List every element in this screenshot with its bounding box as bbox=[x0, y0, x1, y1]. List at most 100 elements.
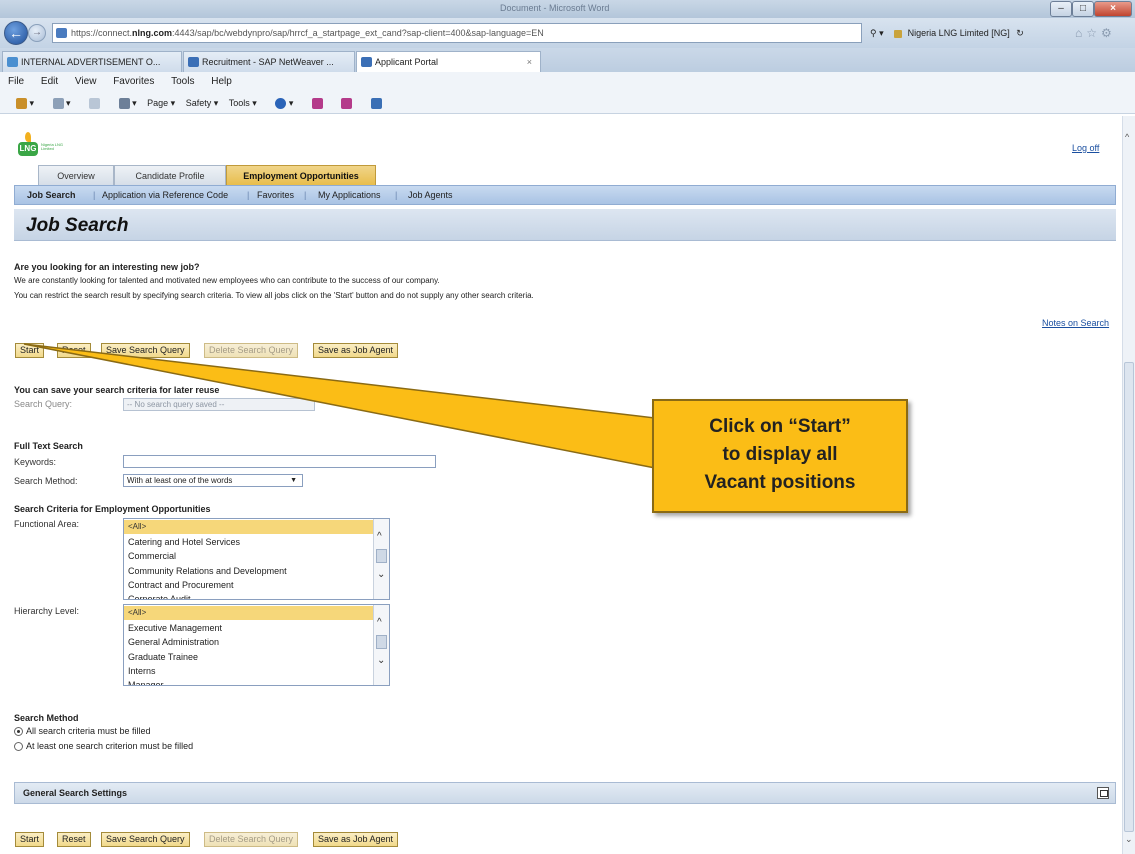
radio-one-criterion[interactable]: At least one search criterion must be fi… bbox=[14, 741, 194, 752]
save-search-query-button[interactable]: Save Search Query bbox=[101, 343, 190, 358]
chevron-down-icon[interactable]: ⌄ bbox=[377, 569, 385, 580]
reset-button[interactable]: Reset bbox=[57, 343, 91, 358]
page-scrollbar[interactable]: ^ ⌄ bbox=[1122, 116, 1135, 854]
list-item[interactable]: Corporate Audit bbox=[124, 592, 374, 599]
reset-button-bottom[interactable]: Reset bbox=[57, 832, 91, 847]
list-item[interactable]: <All> bbox=[124, 520, 374, 534]
close-window-button[interactable]: × bbox=[1094, 1, 1132, 17]
print-button[interactable]: ▾ bbox=[111, 98, 137, 110]
research-button[interactable] bbox=[304, 98, 323, 110]
subnav-job-search[interactable]: Job Search bbox=[27, 186, 76, 204]
list-item[interactable]: Contract and Procurement bbox=[124, 578, 374, 592]
chevron-down-icon[interactable]: ⌄ bbox=[1125, 834, 1133, 845]
menu-view[interactable]: View bbox=[75, 76, 97, 87]
save-search-query-button-bottom[interactable]: Save Search Query bbox=[101, 832, 190, 847]
chevron-up-icon[interactable]: ^ bbox=[377, 617, 382, 628]
scroll-thumb[interactable] bbox=[376, 549, 387, 563]
radio-all-criteria[interactable]: All search criteria must be filled bbox=[14, 726, 151, 737]
site-favicon-icon bbox=[56, 28, 67, 38]
list-item[interactable]: Community Relations and Development bbox=[124, 564, 374, 578]
feeds-button[interactable]: ▾ bbox=[45, 98, 71, 110]
maximize-button[interactable]: □ bbox=[1072, 1, 1094, 17]
keywords-input[interactable] bbox=[123, 455, 436, 468]
sap-icon bbox=[188, 57, 199, 67]
functional-area-listbox[interactable]: <All> Catering and Hotel Services Commer… bbox=[123, 518, 390, 600]
menu-favorites[interactable]: Favorites bbox=[113, 76, 154, 87]
hierarchy-level-label: Hierarchy Level: bbox=[14, 606, 80, 616]
home-icon[interactable]: ⌂ bbox=[1075, 26, 1086, 40]
menu-tools[interactable]: Tools bbox=[171, 76, 194, 87]
tab-applicant-portal[interactable]: Applicant Portal × bbox=[356, 51, 541, 72]
general-search-settings-bar[interactable]: General Search Settings bbox=[14, 782, 1116, 804]
subnav-separator: | bbox=[395, 190, 398, 200]
notes-on-search-link[interactable]: Notes on Search bbox=[1042, 318, 1109, 328]
translate-button[interactable] bbox=[333, 98, 353, 110]
chevron-up-icon[interactable]: ^ bbox=[377, 531, 382, 542]
list-item[interactable]: Interns bbox=[124, 664, 374, 678]
tab-internal-advertisement[interactable]: INTERNAL ADVERTISEMENT O... bbox=[2, 51, 182, 72]
log-off-link[interactable]: Log off bbox=[1072, 143, 1099, 153]
help-button[interactable]: ▾ bbox=[267, 98, 293, 110]
url-path: :4443/sap/bc/webdynpro/sap/hrrcf_a_start… bbox=[172, 28, 544, 38]
home-button[interactable]: ▾ bbox=[8, 98, 34, 110]
logo-mark: LNG bbox=[18, 142, 38, 156]
forward-button[interactable]: → bbox=[28, 24, 46, 42]
radio-label: At least one search criterion must be fi… bbox=[26, 741, 194, 751]
refresh-icon[interactable]: ↻ bbox=[1016, 28, 1024, 38]
expand-collapse-icon[interactable] bbox=[1097, 787, 1109, 799]
menu-bar: File Edit View Favorites Tools Help bbox=[0, 72, 1135, 92]
search-dropdown-icon[interactable]: ▾ bbox=[879, 28, 884, 38]
gear-icon[interactable]: ⚙ bbox=[1101, 26, 1116, 40]
tab-candidate-profile[interactable]: Candidate Profile bbox=[114, 165, 226, 185]
list-item[interactable]: Executive Management bbox=[124, 621, 374, 635]
tools-menu[interactable]: Tools ▾ bbox=[229, 98, 257, 108]
list-item[interactable]: Graduate Trainee bbox=[124, 650, 374, 664]
hierarchy-level-listbox[interactable]: <All> Executive Management General Admin… bbox=[123, 604, 390, 686]
start-button-bottom[interactable]: Start bbox=[15, 832, 45, 847]
tab-recruitment[interactable]: Recruitment - SAP NetWeaver ... bbox=[183, 51, 355, 72]
list-item[interactable]: Manager bbox=[124, 678, 374, 685]
menu-edit[interactable]: Edit bbox=[41, 76, 58, 87]
extension-button[interactable] bbox=[363, 98, 382, 110]
start-button[interactable]: Start bbox=[15, 343, 45, 358]
back-arrow-icon: ← bbox=[9, 25, 23, 41]
url-input[interactable]: https://connect.nlng.com:4443/sap/bc/web… bbox=[52, 23, 862, 43]
subnav-job-agents[interactable]: Job Agents bbox=[408, 186, 453, 204]
list-item[interactable]: Catering and Hotel Services bbox=[124, 535, 374, 549]
back-button[interactable]: ← bbox=[4, 21, 28, 45]
list-item[interactable]: <All> bbox=[124, 606, 374, 620]
listbox-scrollbar[interactable]: ^ ⌄ bbox=[373, 605, 389, 685]
search-icon[interactable]: ⚲ bbox=[870, 28, 877, 38]
subnav-application-reference[interactable]: Application via Reference Code bbox=[102, 186, 228, 204]
subnav-my-applications[interactable]: My Applications bbox=[318, 186, 381, 204]
url-domain: nlng.com bbox=[132, 28, 173, 38]
chevron-down-icon[interactable]: ⌄ bbox=[377, 655, 385, 666]
tab-overview[interactable]: Overview bbox=[38, 165, 114, 185]
list-item[interactable]: General Administration bbox=[124, 635, 374, 649]
logo-text: Nigeria LNG Limited bbox=[41, 142, 64, 151]
save-as-job-agent-button-bottom[interactable]: Save as Job Agent bbox=[313, 832, 399, 847]
listbox-scrollbar[interactable]: ^ ⌄ bbox=[373, 519, 389, 599]
lock-icon bbox=[894, 29, 903, 38]
minimize-button[interactable]: – bbox=[1050, 1, 1072, 17]
subnav-favorites[interactable]: Favorites bbox=[257, 186, 294, 204]
menu-help[interactable]: Help bbox=[211, 76, 232, 87]
page-scroll-thumb[interactable] bbox=[1124, 362, 1134, 832]
chevron-up-icon[interactable]: ^ bbox=[1125, 132, 1129, 142]
intro-heading: Are you looking for an interesting new j… bbox=[14, 262, 200, 272]
site-identity[interactable]: ⚲ ▾ Nigeria LNG Limited [NG] ↻ bbox=[870, 23, 1060, 43]
radio-button[interactable] bbox=[14, 727, 23, 737]
save-as-job-agent-button[interactable]: Save as Job Agent bbox=[313, 343, 399, 358]
menu-file[interactable]: File bbox=[8, 76, 24, 87]
favorites-star-icon[interactable]: ☆ bbox=[1086, 26, 1101, 40]
address-bar: ← → https://connect.nlng.com:4443/sap/bc… bbox=[0, 18, 1135, 48]
close-tab-icon[interactable]: × bbox=[527, 52, 532, 72]
tab-employment-opportunities[interactable]: Employment Opportunities bbox=[226, 165, 376, 185]
page-menu[interactable]: Page ▾ bbox=[147, 98, 175, 108]
list-item[interactable]: Commercial bbox=[124, 549, 374, 563]
safety-menu[interactable]: Safety ▾ bbox=[186, 98, 219, 108]
scroll-thumb[interactable] bbox=[376, 635, 387, 649]
mail-button[interactable] bbox=[81, 98, 101, 110]
radio-button[interactable] bbox=[14, 742, 23, 752]
search-method-dropdown[interactable]: With at least one of the words ▼ bbox=[123, 474, 303, 487]
